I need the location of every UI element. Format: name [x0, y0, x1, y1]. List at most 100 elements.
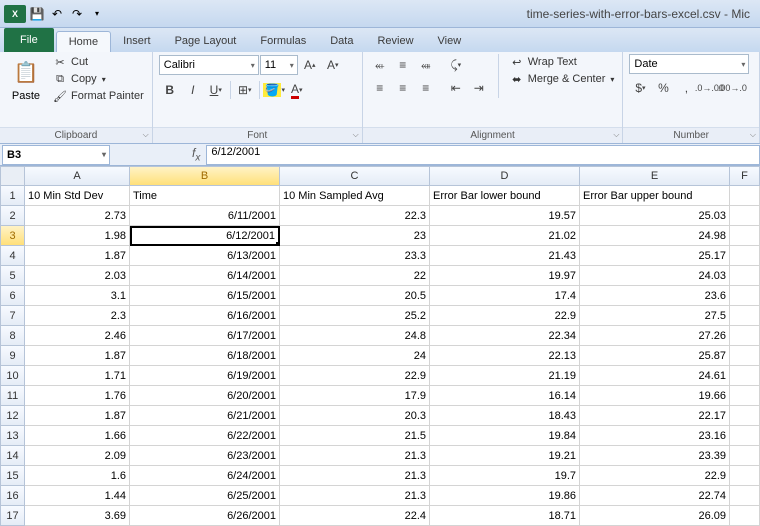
- underline-button[interactable]: U▾: [205, 79, 227, 101]
- cell[interactable]: 2.73: [25, 206, 130, 226]
- cell[interactable]: 19.57: [430, 206, 580, 226]
- cell[interactable]: 6/14/2001: [130, 266, 280, 286]
- row-header-11[interactable]: 11: [0, 386, 25, 406]
- tab-data[interactable]: Data: [318, 31, 365, 52]
- cell[interactable]: 1.87: [25, 246, 130, 266]
- save-icon[interactable]: 💾: [28, 5, 46, 23]
- row-header-2[interactable]: 2: [0, 206, 25, 226]
- row-header-4[interactable]: 4: [0, 246, 25, 266]
- cell[interactable]: 24.61: [580, 366, 730, 386]
- cell[interactable]: [730, 346, 760, 366]
- row-header-14[interactable]: 14: [0, 446, 25, 466]
- font-color-button[interactable]: A▾: [286, 79, 308, 101]
- cell[interactable]: 6/23/2001: [130, 446, 280, 466]
- copy-button[interactable]: ⧉Copy▾: [50, 71, 146, 87]
- decrease-decimal-button[interactable]: .00→.0: [721, 77, 743, 99]
- cell[interactable]: 25.03: [580, 206, 730, 226]
- decrease-indent-button[interactable]: ⇤: [445, 77, 467, 99]
- font-size-combo[interactable]: 11: [260, 55, 298, 75]
- font-name-combo[interactable]: Calibri: [159, 55, 259, 75]
- cell[interactable]: [730, 466, 760, 486]
- tab-view[interactable]: View: [426, 31, 474, 52]
- cell[interactable]: 2.3: [25, 306, 130, 326]
- row-header-9[interactable]: 9: [0, 346, 25, 366]
- cell[interactable]: 19.97: [430, 266, 580, 286]
- tab-formulas[interactable]: Formulas: [248, 31, 318, 52]
- align-top-button[interactable]: ⬴: [369, 54, 391, 76]
- fill-color-button[interactable]: 🪣▾: [263, 79, 285, 101]
- cell[interactable]: 20.3: [280, 406, 430, 426]
- cell[interactable]: 6/20/2001: [130, 386, 280, 406]
- header-cell[interactable]: 10 Min Std Dev: [25, 186, 130, 206]
- cell[interactable]: 19.84: [430, 426, 580, 446]
- row-header-6[interactable]: 6: [0, 286, 25, 306]
- name-box[interactable]: B3: [2, 145, 110, 165]
- cell[interactable]: 23.16: [580, 426, 730, 446]
- cell[interactable]: 24: [280, 346, 430, 366]
- row-header-13[interactable]: 13: [0, 426, 25, 446]
- cell[interactable]: 1.71: [25, 366, 130, 386]
- cell[interactable]: 21.5: [280, 426, 430, 446]
- percent-format-button[interactable]: %: [652, 77, 674, 99]
- cell[interactable]: 23: [280, 226, 430, 246]
- cell[interactable]: 6/12/2001: [130, 226, 280, 246]
- cell[interactable]: 18.43: [430, 406, 580, 426]
- cell[interactable]: [730, 266, 760, 286]
- cell[interactable]: 23.3: [280, 246, 430, 266]
- cell[interactable]: 22.9: [280, 366, 430, 386]
- cell[interactable]: 19.21: [430, 446, 580, 466]
- row-header-17[interactable]: 17: [0, 506, 25, 526]
- cell[interactable]: 6/26/2001: [130, 506, 280, 526]
- wrap-text-button[interactable]: ↩Wrap Text: [507, 54, 617, 70]
- cell[interactable]: 2.09: [25, 446, 130, 466]
- fx-icon[interactable]: fx: [192, 146, 200, 163]
- cell[interactable]: 22.74: [580, 486, 730, 506]
- align-left-button[interactable]: ≡: [369, 77, 391, 99]
- cell[interactable]: 1.98: [25, 226, 130, 246]
- cell[interactable]: 18.71: [430, 506, 580, 526]
- cell[interactable]: [730, 326, 760, 346]
- cell[interactable]: 6/17/2001: [130, 326, 280, 346]
- shrink-font-button[interactable]: A▾: [322, 54, 344, 76]
- cell[interactable]: 22.9: [430, 306, 580, 326]
- italic-button[interactable]: I: [182, 79, 204, 101]
- align-right-button[interactable]: ≡: [415, 77, 437, 99]
- format-painter-button[interactable]: 🖌Format Painter: [50, 88, 146, 104]
- cell[interactable]: [730, 386, 760, 406]
- cell[interactable]: 22.13: [430, 346, 580, 366]
- header-cell[interactable]: Error Bar upper bound: [580, 186, 730, 206]
- header-cell[interactable]: Error Bar lower bound: [430, 186, 580, 206]
- cell[interactable]: 21.19: [430, 366, 580, 386]
- cell[interactable]: 25.17: [580, 246, 730, 266]
- row-header-3[interactable]: 3: [0, 226, 25, 246]
- cell[interactable]: 19.66: [580, 386, 730, 406]
- cell[interactable]: 3.1: [25, 286, 130, 306]
- cell[interactable]: [730, 246, 760, 266]
- header-cell[interactable]: Time: [130, 186, 280, 206]
- cell[interactable]: 22.4: [280, 506, 430, 526]
- cell[interactable]: 22.17: [580, 406, 730, 426]
- select-all-corner[interactable]: [0, 166, 25, 186]
- cell[interactable]: 21.02: [430, 226, 580, 246]
- tab-file[interactable]: File: [4, 28, 54, 52]
- header-cell[interactable]: 10 Min Sampled Avg: [280, 186, 430, 206]
- header-cell[interactable]: [730, 186, 760, 206]
- row-header-12[interactable]: 12: [0, 406, 25, 426]
- undo-icon[interactable]: ↶: [48, 5, 66, 23]
- column-header-F[interactable]: F: [730, 166, 760, 186]
- cell[interactable]: 6/16/2001: [130, 306, 280, 326]
- cell[interactable]: 24.98: [580, 226, 730, 246]
- cell[interactable]: 17.4: [430, 286, 580, 306]
- cell[interactable]: 1.76: [25, 386, 130, 406]
- cell[interactable]: 6/22/2001: [130, 426, 280, 446]
- cell[interactable]: 6/21/2001: [130, 406, 280, 426]
- cell[interactable]: [730, 306, 760, 326]
- cell[interactable]: 2.46: [25, 326, 130, 346]
- align-middle-button[interactable]: ≡: [392, 54, 414, 76]
- cell[interactable]: [730, 366, 760, 386]
- cell[interactable]: 24.8: [280, 326, 430, 346]
- cell[interactable]: 25.2: [280, 306, 430, 326]
- cell[interactable]: [730, 406, 760, 426]
- cell[interactable]: 19.7: [430, 466, 580, 486]
- cell[interactable]: [730, 486, 760, 506]
